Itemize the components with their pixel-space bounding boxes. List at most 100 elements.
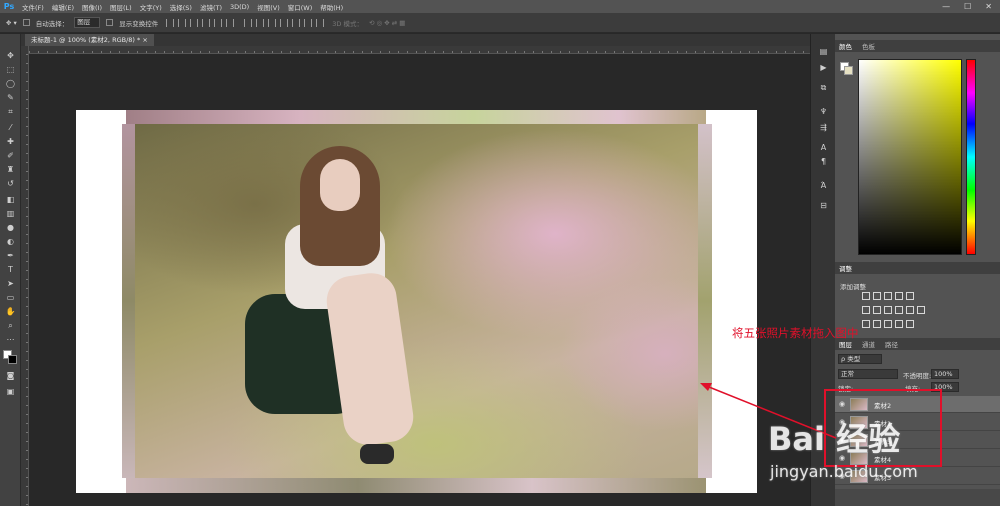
maximize-icon[interactable]: ☐ xyxy=(964,2,971,11)
tab-swatches[interactable]: 色板 xyxy=(862,41,875,51)
photo-filter-icon[interactable] xyxy=(895,306,903,314)
character-icon[interactable]: A xyxy=(818,142,829,153)
distribute-center-icon[interactable] xyxy=(292,18,301,27)
move-tool-icon[interactable]: ✥ xyxy=(5,50,16,61)
distribute-right-icon[interactable] xyxy=(304,18,313,27)
black-white-icon[interactable] xyxy=(884,306,892,314)
threshold-icon[interactable] xyxy=(884,320,892,328)
glyphs-icon[interactable]: Ά xyxy=(818,180,829,191)
menu-3d[interactable]: 3D(D) xyxy=(226,3,253,11)
distribute-top-icon[interactable] xyxy=(244,18,253,27)
align-right-icon[interactable] xyxy=(226,18,235,27)
quick-mask-icon[interactable]: ◙ xyxy=(5,370,16,381)
shape-tool-icon[interactable]: ▭ xyxy=(5,292,16,303)
blur-tool-icon[interactable]: ● xyxy=(5,222,16,233)
screen-mode-icon[interactable]: ▣ xyxy=(5,386,16,397)
distribute-bottom-icon[interactable] xyxy=(268,18,277,27)
eraser-tool-icon[interactable]: ◧ xyxy=(5,194,16,205)
exposure-icon[interactable] xyxy=(895,292,903,300)
color-balance-icon[interactable] xyxy=(873,306,881,314)
menu-edit[interactable]: 编辑(E) xyxy=(48,2,78,12)
align-bottom-icon[interactable] xyxy=(190,18,199,27)
show-transform-checkbox[interactable] xyxy=(106,19,114,26)
align-top-icon[interactable] xyxy=(166,18,175,27)
brush-tool-icon[interactable]: ✐ xyxy=(5,150,16,161)
libraries-icon[interactable]: ⊟ xyxy=(818,200,829,211)
curves-icon[interactable] xyxy=(884,292,892,300)
zoom-tool-icon[interactable]: ⌕ xyxy=(5,320,16,331)
quick-select-tool-icon[interactable]: ✎ xyxy=(5,92,16,103)
align-middle-icon[interactable] xyxy=(178,18,187,27)
pen-tool-icon[interactable]: ✒ xyxy=(5,250,16,261)
distribute-left-icon[interactable] xyxy=(280,18,289,27)
menu-view[interactable]: 视图(V) xyxy=(253,2,284,12)
align-center-icon[interactable] xyxy=(214,18,223,27)
auto-select-label: 自动选择： xyxy=(35,19,69,28)
3d-mode-icons[interactable]: ⟲ ◎ ✥ ⇄ ▦ xyxy=(369,19,405,27)
healing-tool-icon[interactable]: ✚ xyxy=(5,136,16,147)
color-swatches[interactable] xyxy=(3,350,17,364)
history-icon[interactable]: ▤ xyxy=(818,46,829,57)
layer-filter-dropdown[interactable]: ρ 类型 xyxy=(838,354,882,364)
posterize-icon[interactable] xyxy=(873,320,881,328)
paragraph-icon[interactable]: ¶ xyxy=(818,156,829,167)
gradient-tool-icon[interactable]: ▥ xyxy=(5,208,16,219)
lasso-tool-icon[interactable]: ◯ xyxy=(5,78,16,89)
tab-adjustments[interactable]: 调整 xyxy=(839,263,852,273)
background-color-chip[interactable] xyxy=(844,66,853,75)
auto-select-dropdown[interactable]: 图层 xyxy=(74,17,101,28)
color-picker-field[interactable] xyxy=(858,59,962,255)
properties-icon[interactable]: ⧉ xyxy=(818,82,829,93)
vibrance-icon[interactable] xyxy=(906,292,914,300)
hue-slider[interactable] xyxy=(966,59,976,255)
blend-mode-dropdown[interactable]: 正常 xyxy=(838,369,898,379)
channel-mixer-icon[interactable] xyxy=(906,306,914,314)
tab-color[interactable]: 颜色 xyxy=(839,41,852,51)
ruler-horizontal[interactable] xyxy=(29,46,810,54)
hue-saturation-icon[interactable] xyxy=(862,306,870,314)
eyedropper-tool-icon[interactable]: ⁄ xyxy=(5,122,16,133)
menu-file[interactable]: 文件(F) xyxy=(18,2,48,12)
path-select-tool-icon[interactable]: ➤ xyxy=(5,278,16,289)
menu-window[interactable]: 窗口(W) xyxy=(284,2,317,12)
selective-color-icon[interactable] xyxy=(906,320,914,328)
auto-align-icon[interactable] xyxy=(316,18,325,27)
close-icon[interactable]: ✕ xyxy=(985,2,992,11)
canvas-document[interactable] xyxy=(76,110,757,493)
menu-filter[interactable]: 滤镜(T) xyxy=(196,2,226,12)
minimize-icon[interactable]: — xyxy=(942,2,950,11)
brightness-icon[interactable] xyxy=(862,292,870,300)
crop-tool-icon[interactable]: ⌗ xyxy=(5,106,16,117)
color-lookup-icon[interactable] xyxy=(917,306,925,314)
menu-image[interactable]: 图像(I) xyxy=(78,2,106,12)
history-brush-tool-icon[interactable]: ↺ xyxy=(5,178,16,189)
ruler-vertical[interactable] xyxy=(21,46,29,506)
invert-icon[interactable] xyxy=(862,320,870,328)
menu-select[interactable]: 选择(S) xyxy=(166,2,196,12)
actions-play-icon[interactable]: ▶ xyxy=(818,62,829,73)
opacity-field[interactable]: 100% xyxy=(931,369,959,379)
brush-presets-icon[interactable]: ♆ xyxy=(818,106,829,117)
gradient-map-icon[interactable] xyxy=(895,320,903,328)
tab-paths[interactable]: 路径 xyxy=(885,339,898,349)
menu-help[interactable]: 帮助(H) xyxy=(316,2,347,12)
marquee-tool-icon[interactable]: ⬚ xyxy=(5,64,16,75)
annotation-text: 将五张照片素材拖入图中 xyxy=(732,326,859,340)
document-tab-close-icon[interactable]: × xyxy=(142,36,147,44)
stamp-tool-icon[interactable]: ♜ xyxy=(5,164,16,175)
menu-type[interactable]: 文字(Y) xyxy=(136,2,166,12)
align-left-icon[interactable] xyxy=(202,18,211,27)
hand-tool-icon[interactable]: ✋ xyxy=(5,306,16,317)
document-tab[interactable]: 未标题-1 @ 100% (素材2, RGB/8) * × xyxy=(25,34,154,46)
dodge-tool-icon[interactable]: ◐ xyxy=(5,236,16,247)
auto-select-checkbox[interactable] xyxy=(22,19,30,26)
background-color-swatch[interactable] xyxy=(8,355,17,364)
more-tools-icon[interactable]: ⋯ xyxy=(5,334,16,345)
levels-icon[interactable] xyxy=(873,292,881,300)
tab-channels[interactable]: 通道 xyxy=(862,339,875,349)
menu-layer[interactable]: 图层(L) xyxy=(106,2,136,12)
clone-source-icon[interactable]: ⇶ xyxy=(818,122,829,133)
move-tool-icon[interactable]: ✥ ▾ xyxy=(6,19,17,27)
type-tool-icon[interactable]: T xyxy=(5,264,16,275)
distribute-middle-icon[interactable] xyxy=(256,18,265,27)
